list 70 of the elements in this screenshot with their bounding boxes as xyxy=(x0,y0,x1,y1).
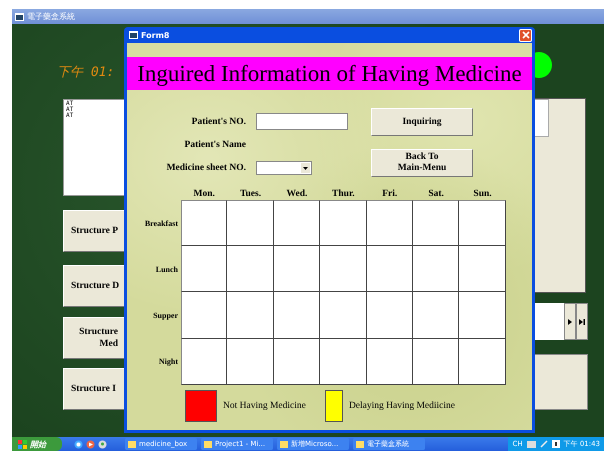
sheet-number-dropdown[interactable] xyxy=(256,161,312,175)
legend-label: Not Having Medicine xyxy=(223,400,306,411)
window-icon xyxy=(280,440,288,448)
schedule-cell xyxy=(320,338,367,385)
field-label: Medicine sheet NO. xyxy=(166,163,246,173)
schedule-cell xyxy=(412,292,460,339)
field-label: Patient's Name xyxy=(184,140,246,150)
schedule-cell xyxy=(459,246,506,292)
schedule-cell xyxy=(459,292,506,339)
messenger-icon[interactable] xyxy=(98,440,107,448)
schedule-cell xyxy=(181,338,228,385)
pen-icon[interactable] xyxy=(540,440,548,448)
schedule-cell xyxy=(274,338,320,385)
schedule-cell xyxy=(320,200,367,246)
schedule-cell xyxy=(227,292,274,339)
form-button[interactable]: Back To Main-Menu xyxy=(371,149,473,177)
media-player-icon[interactable] xyxy=(86,440,95,448)
schedule-cell xyxy=(320,246,367,292)
day-header: Sun. xyxy=(472,189,493,200)
schedule-cell xyxy=(459,338,506,385)
window-icon xyxy=(356,440,364,448)
schedule-cell xyxy=(274,292,320,339)
close-icon xyxy=(522,31,530,39)
field-label: Patient's NO. xyxy=(190,117,246,127)
window-icon xyxy=(128,440,136,448)
browser-icon[interactable] xyxy=(74,440,83,448)
day-header: Thur. xyxy=(331,189,356,200)
schedule-cell xyxy=(412,246,460,292)
schedule-cell xyxy=(366,246,413,292)
dialog-title: Form8 xyxy=(141,30,170,40)
form-button[interactable]: Inquiring xyxy=(371,108,473,136)
schedule-cell xyxy=(181,246,228,292)
start-button[interactable]: 開始 xyxy=(12,437,62,451)
schedule-cell xyxy=(412,338,460,385)
day-header: Fri. xyxy=(381,189,398,200)
day-header: Tues. xyxy=(239,189,262,200)
schedule-cell xyxy=(366,338,413,385)
day-header: Wed. xyxy=(286,189,308,200)
meal-label: Breakfast xyxy=(144,218,179,228)
schedule-cell xyxy=(366,200,413,246)
patient-number-field[interactable] xyxy=(256,113,348,130)
day-header: Mon. xyxy=(192,189,216,200)
form-heading: Inguired Information of Having Medicine xyxy=(127,57,532,90)
meal-label: Night xyxy=(158,357,179,366)
last-icon xyxy=(579,318,585,324)
schedule-cell xyxy=(366,292,413,339)
next-icon xyxy=(568,318,572,324)
schedule-cell xyxy=(459,200,506,246)
schedule-cell xyxy=(320,292,367,339)
schedule-cell xyxy=(274,200,320,246)
schedule-cell xyxy=(227,246,274,292)
legend-label: Delaying Having Mediicine xyxy=(348,400,455,411)
schedule-cell xyxy=(181,200,228,246)
windows-logo-icon xyxy=(18,440,27,448)
window-icon xyxy=(204,440,212,448)
schedule-cell xyxy=(412,200,460,246)
window-title: 電子藥盒系統 xyxy=(27,11,75,22)
last-button[interactable] xyxy=(576,303,588,340)
meal-label: Lunch xyxy=(154,264,179,274)
window-icon xyxy=(15,12,24,20)
clock-label: 下午 01: xyxy=(57,64,114,81)
meal-label: Supper xyxy=(152,310,179,320)
schedule-cell xyxy=(274,246,320,292)
next-button[interactable] xyxy=(564,303,576,340)
close-button[interactable] xyxy=(519,28,532,42)
schedule-cell xyxy=(181,292,228,339)
schedule-cell xyxy=(227,338,274,385)
window-icon xyxy=(129,31,138,39)
day-header: Sat. xyxy=(427,189,445,200)
schedule-cell xyxy=(227,200,274,246)
